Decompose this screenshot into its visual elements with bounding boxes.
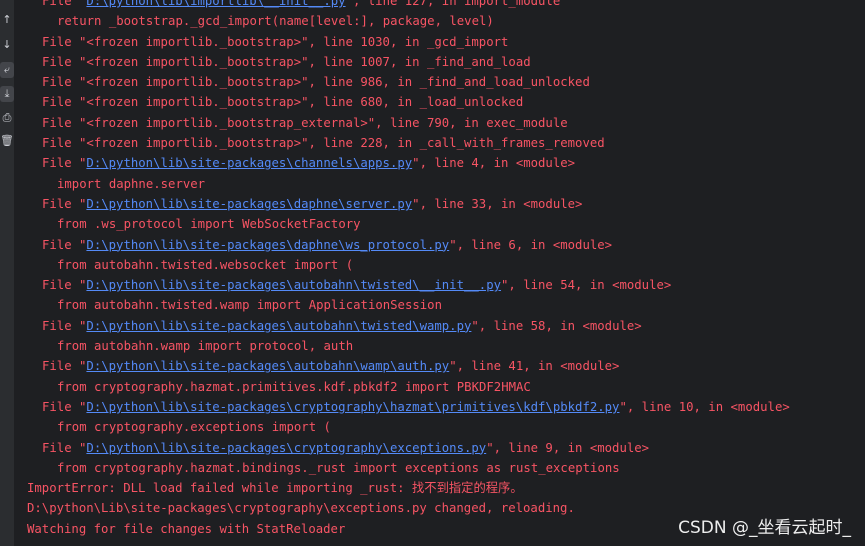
console-line: ImportError: DLL load failed while impor… (27, 478, 790, 498)
trace-suffix: ", line 10, in <module> (619, 399, 790, 414)
source-line: from cryptography.hazmat.bindings._rust … (57, 460, 620, 475)
trace-suffix: ", line 4, in <module> (412, 156, 576, 171)
console-line: File "<frozen importlib._bootstrap>", li… (27, 92, 790, 112)
trace-prefix: File " (42, 359, 87, 374)
source-line: return _bootstrap._gcd_import(name[level… (57, 14, 494, 29)
console-line: File "D:\python\lib\site-packages\autoba… (27, 275, 790, 295)
console-output: File "D:\python\lib\importlib\__init__.p… (27, 0, 790, 539)
console-line: return _bootstrap._gcd_import(name[level… (27, 11, 790, 31)
console-line: File "D:\python\lib\site-packages\crypto… (27, 397, 790, 417)
file-path-link[interactable]: D:\python\lib\site-packages\cryptography… (86, 441, 486, 455)
trace-suffix: ", line 9, in <module> (486, 440, 650, 455)
trace-prefix: File " (42, 440, 87, 455)
console-line: Watching for file changes with StatReloa… (27, 519, 790, 539)
console-line: from autobahn.wamp import protocol, auth (27, 336, 790, 356)
message-line: ImportError: DLL load failed while impor… (27, 481, 523, 496)
console-line: File "D:\python\lib\site-packages\crypto… (27, 438, 790, 458)
console-line: File "<frozen importlib._bootstrap>", li… (27, 72, 790, 92)
source-line: from autobahn.twisted.websocket import ( (57, 257, 354, 272)
trace-prefix: File " (42, 318, 87, 333)
console-line: import daphne.server (27, 174, 790, 194)
soft-wrap-icon[interactable]: ⤶ (0, 62, 14, 78)
source-line: from cryptography.exceptions import ( (57, 420, 331, 435)
run-console[interactable]: File "D:\python\lib\importlib\__init__.p… (15, 0, 865, 546)
file-path-link[interactable]: D:\python\lib\site-packages\channels\app… (86, 156, 412, 170)
source-line: from autobahn.twisted.wamp import Applic… (57, 298, 442, 313)
trace-prefix: File "<frozen importlib._bootstrap>", li… (42, 54, 531, 69)
file-path-link[interactable]: D:\python\lib\site-packages\cryptography… (86, 400, 619, 414)
source-line: import daphne.server (57, 176, 206, 191)
console-line: File "D:\python\lib\site-packages\daphne… (27, 235, 790, 255)
console-line: from cryptography.hazmat.bindings._rust … (27, 458, 790, 478)
trace-prefix: File "<frozen importlib._bootstrap>", li… (42, 75, 590, 90)
console-toolbar: ↑ ↓ ⤶ ⤓ ⎙ 🗑 (0, 0, 15, 546)
message-line: D:\python\Lib\site-packages\cryptography… (27, 501, 575, 516)
watermark: CSDN @_坐看云起时_ (678, 518, 851, 538)
trace-prefix: File "<frozen importlib._bootstrap>", li… (42, 136, 605, 151)
console-line: from .ws_protocol import WebSocketFactor… (27, 214, 790, 234)
trace-suffix: ", line 41, in <module> (449, 359, 620, 374)
console-line: File "<frozen importlib._bootstrap>", li… (27, 32, 790, 52)
scroll-down-icon[interactable]: ↓ (0, 37, 14, 53)
trace-suffix: ", line 33, in <module> (412, 196, 583, 211)
console-line: from cryptography.exceptions import ( (27, 417, 790, 437)
console-line: from autobahn.twisted.websocket import ( (27, 255, 790, 275)
trace-prefix: File " (42, 156, 87, 171)
trace-prefix: File "<frozen importlib._bootstrap>", li… (42, 95, 524, 110)
trace-suffix: ", line 58, in <module> (471, 318, 642, 333)
trace-prefix: File " (42, 399, 87, 414)
console-line: File "<frozen importlib._bootstrap>", li… (27, 133, 790, 153)
scroll-up-icon[interactable]: ↑ (0, 12, 14, 28)
console-line: File "D:\python\lib\site-packages\autoba… (27, 316, 790, 336)
file-path-link[interactable]: D:\python\lib\site-packages\daphne\serve… (86, 197, 412, 211)
trash-icon[interactable]: 🗑 (0, 133, 14, 149)
console-line: File "D:\python\lib\site-packages\channe… (27, 153, 790, 173)
file-path-link[interactable]: D:\python\lib\site-packages\autobahn\wam… (86, 359, 449, 373)
trace-prefix: File " (42, 278, 87, 293)
console-line: from autobahn.twisted.wamp import Applic… (27, 295, 790, 315)
print-icon[interactable]: ⎙ (0, 110, 14, 126)
console-line: File "D:\python\lib\site-packages\autoba… (27, 356, 790, 376)
console-line: from cryptography.hazmat.primitives.kdf.… (27, 377, 790, 397)
message-line: Watching for file changes with StatReloa… (27, 521, 346, 536)
trace-prefix: File " (42, 0, 87, 8)
console-line: File "<frozen importlib._bootstrap_exter… (27, 113, 790, 133)
file-path-link[interactable]: D:\python\lib\site-packages\autobahn\twi… (86, 319, 471, 333)
source-line: from cryptography.hazmat.primitives.kdf.… (57, 379, 531, 394)
source-line: from .ws_protocol import WebSocketFactor… (57, 217, 361, 232)
trace-suffix: ", line 54, in <module> (501, 278, 672, 293)
console-line: D:\python\Lib\site-packages\cryptography… (27, 498, 790, 518)
file-path-link[interactable]: D:\python\lib\site-packages\autobahn\twi… (86, 278, 501, 292)
console-line: File "D:\python\lib\importlib\__init__.p… (27, 0, 790, 11)
scroll-to-end-icon[interactable]: ⤓ (0, 86, 14, 102)
trace-suffix: ", line 127, in import_module (345, 0, 561, 8)
trace-prefix: File " (42, 237, 87, 252)
trace-prefix: File "<frozen importlib._bootstrap>", li… (42, 34, 509, 49)
trace-prefix: File " (42, 196, 87, 211)
file-path-link[interactable]: D:\python\lib\importlib\__init__.py (86, 0, 345, 8)
trace-suffix: ", line 6, in <module> (449, 237, 613, 252)
file-path-link[interactable]: D:\python\lib\site-packages\daphne\ws_pr… (86, 238, 449, 252)
console-line: File "D:\python\lib\site-packages\daphne… (27, 194, 790, 214)
source-line: from autobahn.wamp import protocol, auth (57, 339, 354, 354)
console-line: File "<frozen importlib._bootstrap>", li… (27, 52, 790, 72)
trace-prefix: File "<frozen importlib._bootstrap_exter… (42, 115, 568, 130)
